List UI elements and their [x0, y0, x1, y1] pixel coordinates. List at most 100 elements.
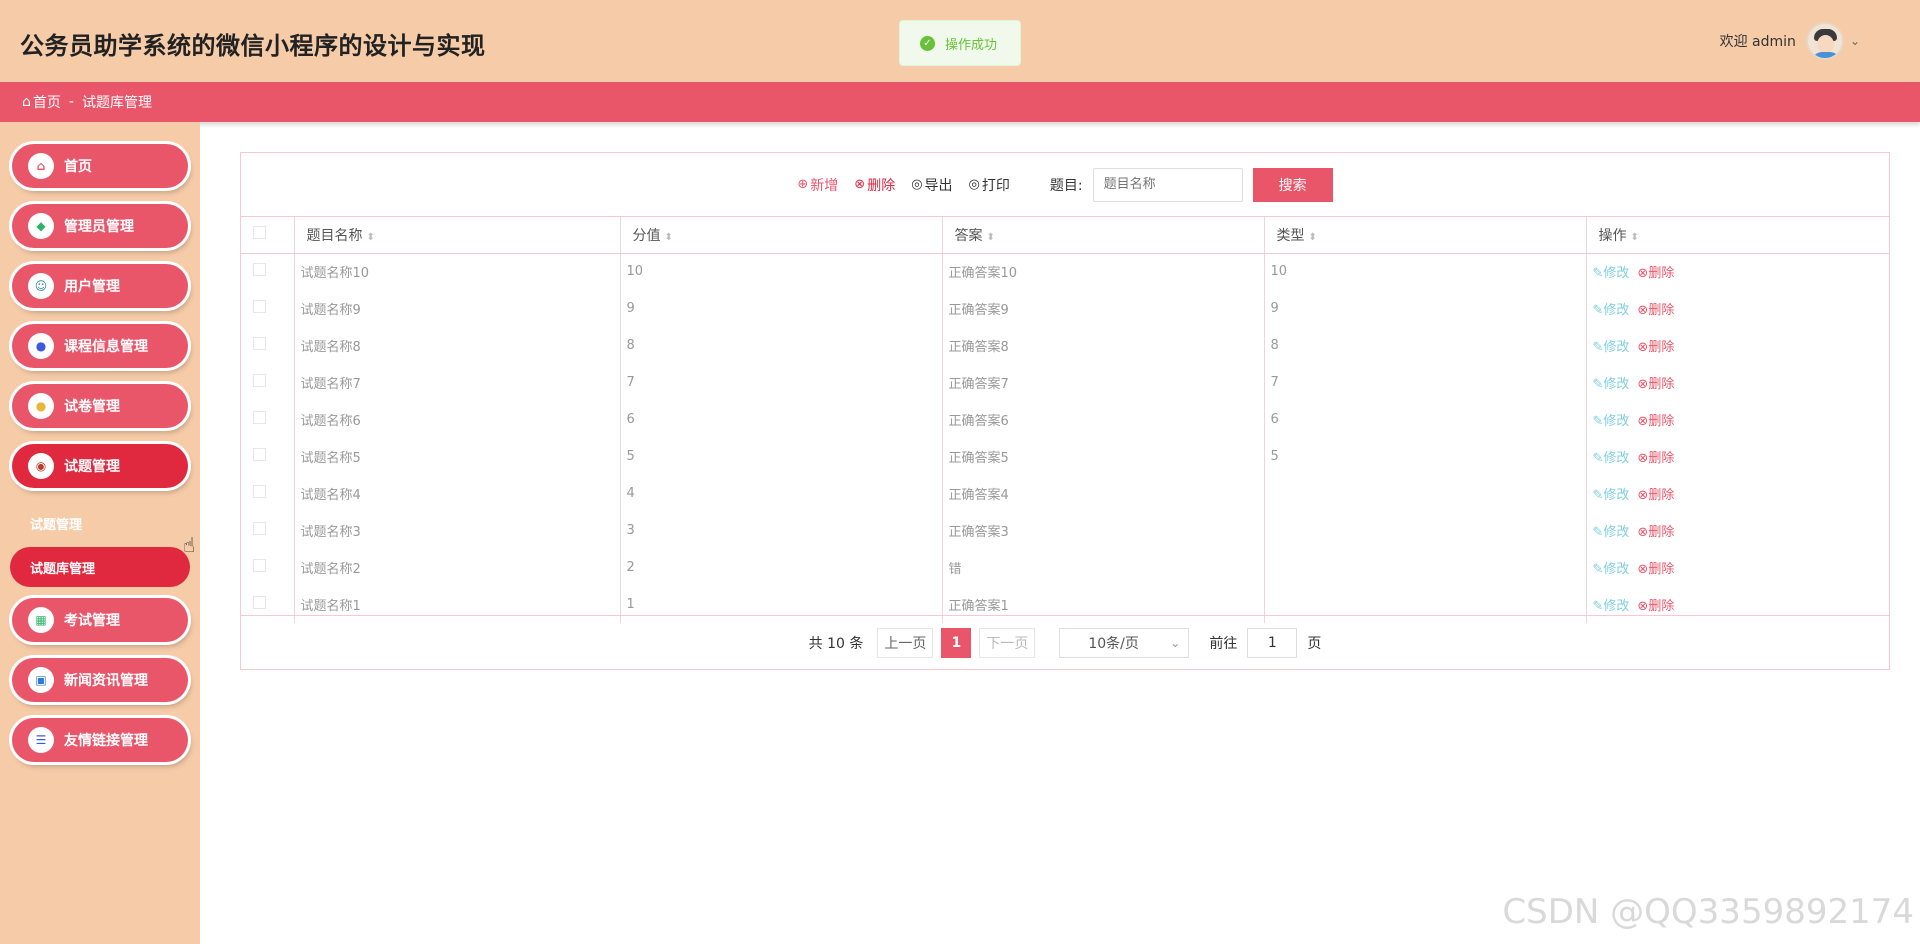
paper-icon: ●	[28, 393, 54, 419]
toolbar: ⊕ 新增 ⊗ 删除 ◎ 导出 ◎ 打印 题目: 搜索	[241, 153, 1889, 217]
delete-row-button[interactable]: ⊗删除	[1637, 562, 1674, 577]
delete-row-button[interactable]: ⊗删除	[1637, 377, 1674, 392]
sidebar-item-label: 新闻资讯管理	[64, 673, 148, 689]
delete-row-button[interactable]: ⊗删除	[1637, 414, 1674, 429]
delete-row-button[interactable]: ⊗删除	[1637, 340, 1674, 355]
edit-button[interactable]: ✎修改	[1593, 303, 1630, 318]
submenu-item-questions[interactable]: 试题管理	[30, 514, 82, 533]
row-checkbox[interactable]	[253, 300, 266, 313]
cell-answer: 正确答案5	[942, 438, 1265, 475]
header-name[interactable]: 题目名称 ⬍	[294, 217, 621, 254]
row-checkbox-cell	[241, 327, 295, 364]
row-checkbox[interactable]	[253, 448, 266, 461]
sidebar-item-courses[interactable]: ● 课程信息管理	[12, 324, 188, 368]
cell-actions: ✎修改 ⊗删除	[1586, 327, 1889, 364]
row-checkbox[interactable]	[253, 596, 266, 609]
row-checkbox[interactable]	[253, 337, 266, 350]
cell-actions: ✎修改 ⊗删除	[1586, 253, 1889, 290]
edit-icon: ✎	[1592, 488, 1604, 503]
sidebar: ⌂ 首页 ◆ 管理员管理 ☺ 用户管理 ● 课程信息管理 ● 试卷管理 ◉ 试题…	[0, 122, 200, 944]
sidebar-item-admin[interactable]: ◆ 管理员管理	[12, 204, 188, 248]
select-all-cell	[241, 217, 295, 254]
news-icon: ▣	[28, 667, 54, 693]
row-checkbox[interactable]	[253, 522, 266, 535]
table-row: 试题名称9 9 正确答案9 9 ✎修改 ⊗删除	[241, 290, 1889, 327]
close-circle-icon: ⊗	[1637, 340, 1649, 355]
cell-score: 9	[620, 290, 943, 327]
sidebar-item-exams[interactable]: ▦ 考试管理	[12, 598, 188, 642]
page-suffix: 页	[1307, 635, 1322, 652]
delete-row-button[interactable]: ⊗删除	[1637, 488, 1674, 503]
cell-type: 7	[1264, 364, 1587, 401]
select-all-checkbox[interactable]	[253, 226, 266, 240]
row-checkbox-cell	[241, 512, 295, 549]
edit-button[interactable]: ✎修改	[1593, 562, 1630, 577]
submenu-item-question-bank[interactable]: 试题库管理	[10, 547, 190, 587]
delete-row-button[interactable]: ⊗删除	[1637, 525, 1674, 540]
edit-button[interactable]: ✎修改	[1593, 525, 1630, 540]
sidebar-item-papers[interactable]: ● 试卷管理	[12, 384, 188, 428]
edit-icon: ✎	[1592, 303, 1604, 318]
edit-button[interactable]: ✎修改	[1593, 599, 1630, 614]
header-score[interactable]: 分值 ⬍	[620, 217, 943, 254]
home-icon: ⌂	[22, 94, 31, 110]
edit-button[interactable]: ✎修改	[1593, 340, 1630, 355]
row-checkbox[interactable]	[253, 263, 266, 277]
header-type[interactable]: 类型 ⬍	[1264, 217, 1587, 254]
cell-answer: 正确答案10	[942, 253, 1265, 290]
delete-row-button[interactable]: ⊗删除	[1637, 303, 1674, 318]
close-circle-icon: ⊗	[1637, 303, 1649, 318]
header-actions: 操作 ⬍	[1586, 217, 1889, 254]
table-row: 试题名称6 6 正确答案6 6 ✎修改 ⊗删除	[241, 401, 1889, 438]
delete-row-button[interactable]: ⊗删除	[1637, 451, 1674, 466]
prev-page-button[interactable]: 上一页	[877, 627, 934, 658]
breadcrumb-home[interactable]: 首页	[33, 92, 61, 112]
sort-icon: ⬍	[664, 231, 673, 243]
delete-row-button[interactable]: ⊗删除	[1637, 599, 1674, 614]
avatar[interactable]	[1805, 22, 1844, 60]
header-answer[interactable]: 答案 ⬍	[942, 217, 1265, 254]
row-checkbox[interactable]	[253, 411, 266, 424]
question-table: 题目名称 ⬍ 分值 ⬍ 答案 ⬍ 类型 ⬍ 操作 ⬍ 试题名称10 10 正确答案10 10 ✎修…	[241, 217, 1889, 623]
table-row: 试题名称2 2 错 ✎修改 ⊗删除	[241, 549, 1889, 586]
search-button[interactable]: 搜索	[1252, 167, 1333, 202]
edit-button[interactable]: ✎修改	[1593, 451, 1630, 466]
sidebar-item-news[interactable]: ▣ 新闻资讯管理	[12, 658, 188, 702]
delete-row-button[interactable]: ⊗删除	[1637, 266, 1674, 281]
cell-score: 10	[620, 253, 943, 290]
edit-button[interactable]: ✎修改	[1593, 414, 1630, 429]
cell-actions: ✎修改 ⊗删除	[1586, 364, 1889, 401]
next-page-button[interactable]: 下一页	[979, 627, 1036, 658]
page-number-current[interactable]: 1	[941, 627, 972, 658]
sort-icon: ⬍	[1630, 231, 1639, 243]
user-menu[interactable]: 欢迎 admin ⌄	[1720, 22, 1860, 60]
edit-button[interactable]: ✎修改	[1593, 488, 1630, 503]
edit-button[interactable]: ✎修改	[1593, 266, 1630, 281]
breadcrumb-current: 试题库管理	[81, 95, 152, 111]
add-button[interactable]: ⊕ 新增	[797, 175, 838, 195]
sidebar-item-users[interactable]: ☺ 用户管理	[12, 264, 188, 308]
row-checkbox-cell	[241, 253, 295, 290]
export-button[interactable]: ◎ 导出	[911, 175, 952, 195]
pagination: 共 10 条 上一页 1 下一页 10条/页 ⌄ 前往 1 页	[241, 615, 1889, 669]
page-size-select[interactable]: 10条/页 ⌄	[1059, 627, 1190, 658]
row-checkbox-cell	[241, 549, 295, 586]
sidebar-item-links[interactable]: ☰ 友情链接管理	[12, 718, 188, 762]
row-checkbox[interactable]	[253, 485, 266, 498]
export-icon: ◎	[911, 177, 923, 192]
welcome-text: 欢迎 admin	[1719, 34, 1796, 50]
edit-button[interactable]: ✎修改	[1593, 377, 1630, 392]
chevron-down-icon[interactable]: ⌄	[1850, 34, 1860, 48]
cell-name: 试题名称9	[294, 290, 621, 327]
print-button[interactable]: ◎ 打印	[969, 175, 1010, 195]
cell-actions: ✎修改 ⊗删除	[1586, 290, 1889, 327]
delete-button[interactable]: ⊗ 删除	[854, 175, 895, 195]
goto-page-input[interactable]: 1	[1247, 627, 1298, 658]
row-checkbox[interactable]	[253, 559, 266, 572]
search-input[interactable]	[1092, 167, 1243, 202]
row-checkbox[interactable]	[253, 374, 266, 387]
sidebar-item-home[interactable]: ⌂ 首页	[12, 144, 188, 188]
sidebar-item-questions[interactable]: ◉ 试题管理	[12, 444, 188, 488]
cell-score: 8	[620, 327, 943, 364]
course-icon: ●	[28, 333, 54, 359]
